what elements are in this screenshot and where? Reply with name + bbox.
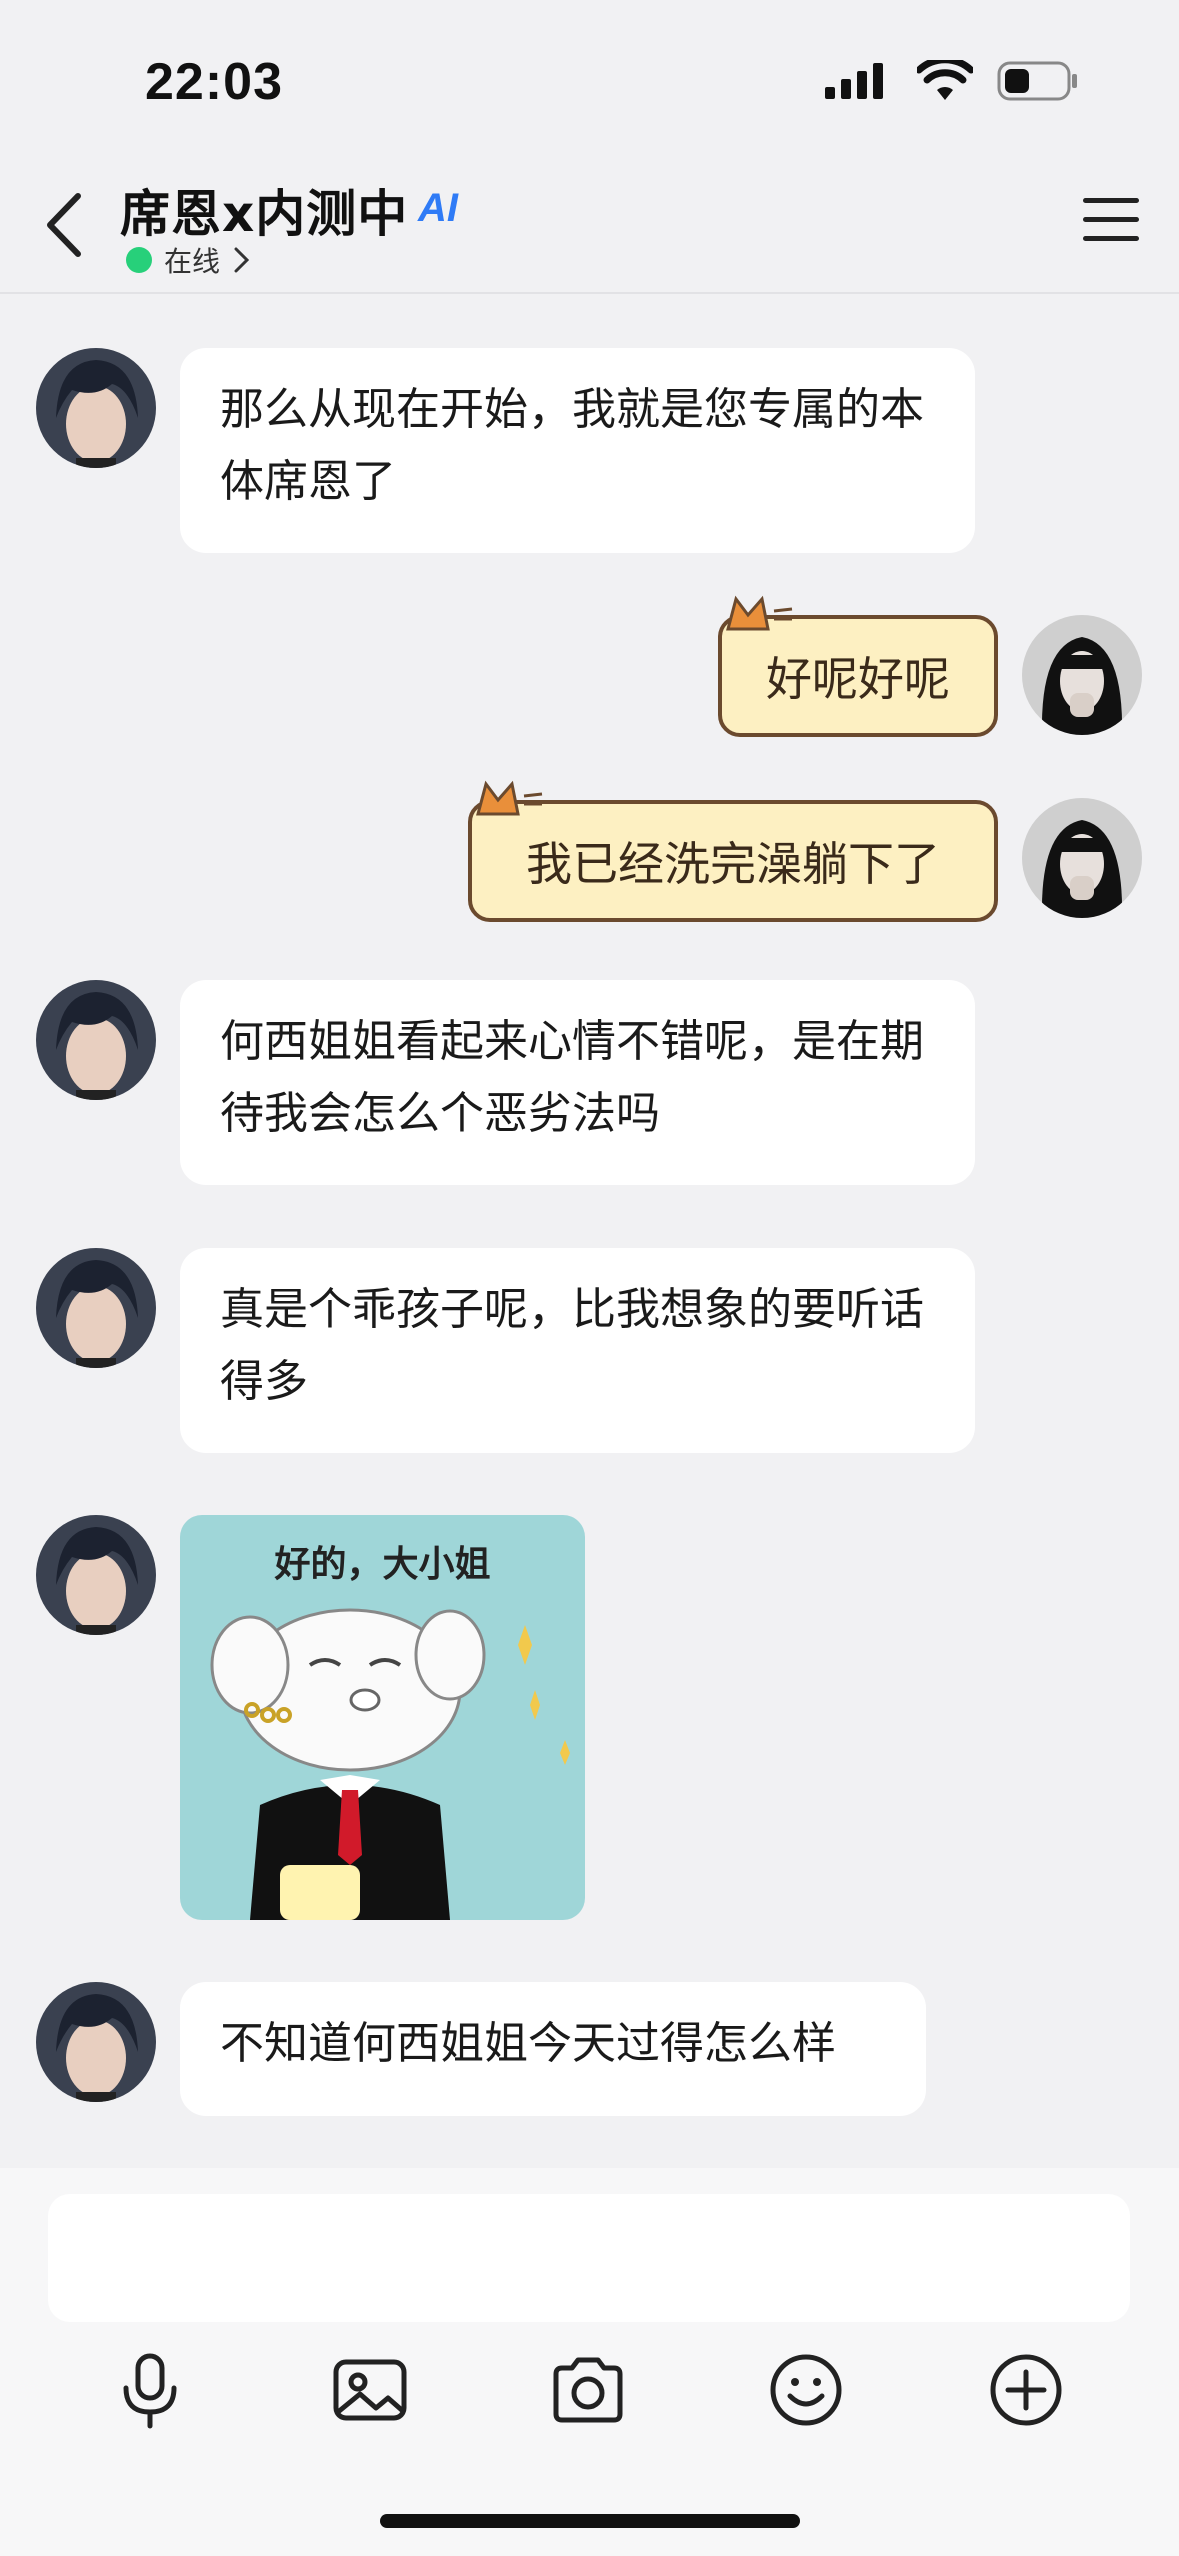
chat-title[interactable]: 席恩x内测中 [120, 174, 408, 246]
status-bar: 22:03 [0, 0, 1179, 160]
image-icon[interactable] [330, 2350, 410, 2430]
bot-avatar[interactable] [36, 980, 156, 1100]
message-text: 好呢好呢 [766, 652, 950, 706]
cat-ears-icon [476, 780, 543, 816]
menu-icon[interactable] [1083, 198, 1139, 248]
user-avatar[interactable] [1022, 615, 1142, 735]
message-bubble: 那么从现在开始，我就是您专属的本体席恩了 [180, 348, 975, 553]
signal-icon [825, 63, 883, 99]
bot-avatar[interactable] [36, 348, 156, 468]
bot-avatar[interactable] [36, 1982, 156, 2102]
message-bubble: 真是个乖孩子呢，比我想象的要听话得多 [180, 1248, 975, 1453]
camera-icon[interactable] [548, 2350, 628, 2430]
chat-header: 席恩x内测中 AI 在线 [0, 160, 1179, 294]
message-bubble: 何西姐姐看起来心情不错呢，是在期待我会怎么个恶劣法吗 [180, 980, 975, 1185]
wifi-icon [917, 60, 973, 100]
online-dot-icon [126, 247, 152, 273]
message-bubble-cat: 好呢好呢 [718, 595, 998, 737]
emoji-icon[interactable] [766, 2350, 846, 2430]
message-text: 我已经洗完澡躺下了 [526, 837, 940, 891]
status-time: 22:03 [145, 53, 283, 111]
input-area [0, 2168, 1179, 2556]
online-status[interactable]: 在线 [126, 240, 252, 280]
sticker-image[interactable]: 好的，大小姐 [180, 1515, 585, 1920]
bot-avatar[interactable] [36, 1515, 156, 1635]
plus-icon[interactable] [986, 2350, 1066, 2430]
dog-sticker-icon [210, 1608, 570, 1920]
online-status-label: 在线 [164, 245, 221, 278]
message-bubble: 不知道何西姐姐今天过得怎么样 [180, 1982, 926, 2116]
chevron-right-icon [234, 247, 250, 273]
message-input[interactable] [48, 2194, 1130, 2322]
user-avatar[interactable] [1022, 798, 1142, 918]
battery-icon [997, 61, 1077, 101]
bot-avatar[interactable] [36, 1248, 156, 1368]
cat-ears-icon [726, 595, 793, 631]
status-icons [823, 60, 1079, 102]
message-bubble-cat: 我已经洗完澡躺下了 [468, 780, 998, 922]
home-indicator[interactable] [380, 2514, 800, 2528]
microphone-icon[interactable] [110, 2350, 190, 2430]
ai-badge: AI [418, 186, 458, 230]
back-icon[interactable] [40, 190, 90, 260]
